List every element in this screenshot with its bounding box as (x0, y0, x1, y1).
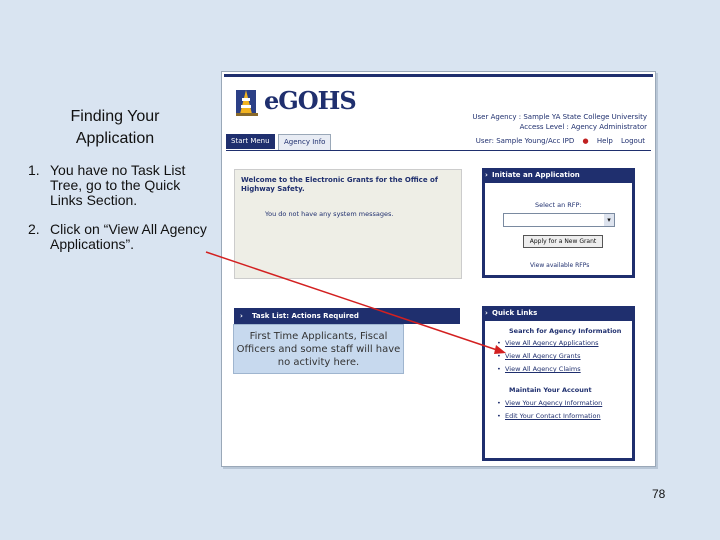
rfp-select-label: Select an RFP: (535, 201, 582, 209)
link-label: View All Agency Grants (505, 352, 581, 360)
bullet-icon: • (497, 365, 501, 373)
initiate-panel-body: Select an RFP: ▾ Apply for a New Grant V… (485, 183, 632, 275)
view-agency-information-link[interactable]: • View Your Agency Information (497, 399, 603, 407)
callout-text: First Time Applicants, Fiscal Officers a… (236, 330, 401, 368)
quick-links-header: › Quick Links (482, 306, 635, 320)
chevron-right-icon: › (485, 171, 488, 179)
help-link[interactable]: Help (597, 137, 613, 145)
view-all-agency-applications-link[interactable]: • View All Agency Applications (497, 339, 599, 347)
view-all-agency-claims-link[interactable]: • View All Agency Claims (497, 365, 581, 373)
task-list-header: › Task List: Actions Required (234, 308, 460, 324)
step-item: 2. Click on “View All Agency Application… (22, 222, 212, 252)
view-available-rfps-link[interactable]: View available RFPs (530, 262, 589, 269)
link-label: View All Agency Claims (505, 365, 581, 373)
welcome-title: Welcome to the Electronic Grants for the… (241, 176, 438, 193)
system-messages: You do not have any system messages. (265, 210, 394, 218)
search-section-header: Search for Agency Information (509, 327, 622, 335)
step-number: 2. (28, 221, 40, 237)
bullet-icon: • (497, 339, 501, 347)
initiate-application-panel: › Initiate an Application Select an RFP:… (482, 168, 635, 278)
slide-title-line2: Application (75, 130, 155, 147)
user-bar: User: Sample Young/Acc IPD ● Help Logout (470, 134, 645, 149)
task-list-title: Task List: Actions Required (252, 312, 359, 320)
logout-link[interactable]: Logout (621, 137, 645, 145)
current-user: User: Sample Young/Acc IPD (475, 137, 575, 145)
initiate-panel-title: Initiate an Application (492, 171, 580, 179)
callout-note: First Time Applicants, Fiscal Officers a… (233, 324, 404, 374)
app-logo[interactable]: eGOHS (232, 84, 357, 120)
user-agency: User Agency : Sample YA State College Un… (472, 113, 647, 121)
bullet-icon: • (497, 352, 501, 360)
link-label: View All Agency Applications (505, 339, 599, 347)
welcome-panel: Welcome to the Electronic Grants for the… (234, 169, 462, 279)
view-all-agency-grants-link[interactable]: • View All Agency Grants (497, 352, 581, 360)
tab-start-menu[interactable]: Start Menu (226, 134, 275, 149)
user-info: User Agency : Sample YA State College Un… (472, 112, 647, 132)
link-label: Edit Your Contact Information (505, 412, 601, 420)
step-text: Click on “View All Agency Applications”. (50, 221, 207, 252)
chevron-right-icon: › (485, 309, 488, 317)
tab-agency-info[interactable]: Agency Info (278, 134, 332, 150)
quick-links-body: Search for Agency Information • View All… (485, 321, 632, 458)
slide-title-line1: Finding Your (70, 108, 160, 125)
access-level: Access Level : Agency Administrator (519, 123, 647, 131)
app-logo-text: eGOHS (264, 86, 357, 115)
bullet-icon: • (497, 412, 501, 420)
slide-title: Finding Your Application (40, 106, 190, 150)
app-top-border (224, 74, 653, 77)
quick-links-panel: › Quick Links Search for Agency Informat… (482, 306, 635, 461)
app-screenshot: eGOHS User Agency : Sample YA State Coll… (221, 71, 656, 467)
rfp-select[interactable]: ▾ (503, 213, 615, 227)
initiate-panel-header: › Initiate an Application (482, 168, 635, 182)
page-number: 78 (652, 487, 666, 501)
step-item: 1. You have no Task List Tree, go to the… (22, 163, 212, 208)
step-number: 1. (28, 162, 40, 178)
step-text: You have no Task List Tree, go to the Qu… (50, 162, 186, 208)
help-icon[interactable]: ● (582, 137, 588, 145)
edit-contact-information-link[interactable]: • Edit Your Contact Information (497, 412, 601, 420)
cone-logo-icon (236, 90, 258, 116)
app-navbar: Start Menu Agency Info User: Sample Youn… (226, 134, 651, 151)
bullet-icon: • (497, 399, 501, 407)
link-label: View Your Agency Information (505, 399, 603, 407)
apply-new-grant-button[interactable]: Apply for a New Grant (523, 235, 603, 248)
chevron-down-icon[interactable]: ▾ (604, 214, 614, 226)
instruction-steps: 1. You have no Task List Tree, go to the… (22, 163, 212, 266)
quick-links-title: Quick Links (492, 309, 538, 317)
account-section-header: Maintain Your Account (509, 386, 592, 394)
chevron-right-icon: › (240, 312, 243, 320)
